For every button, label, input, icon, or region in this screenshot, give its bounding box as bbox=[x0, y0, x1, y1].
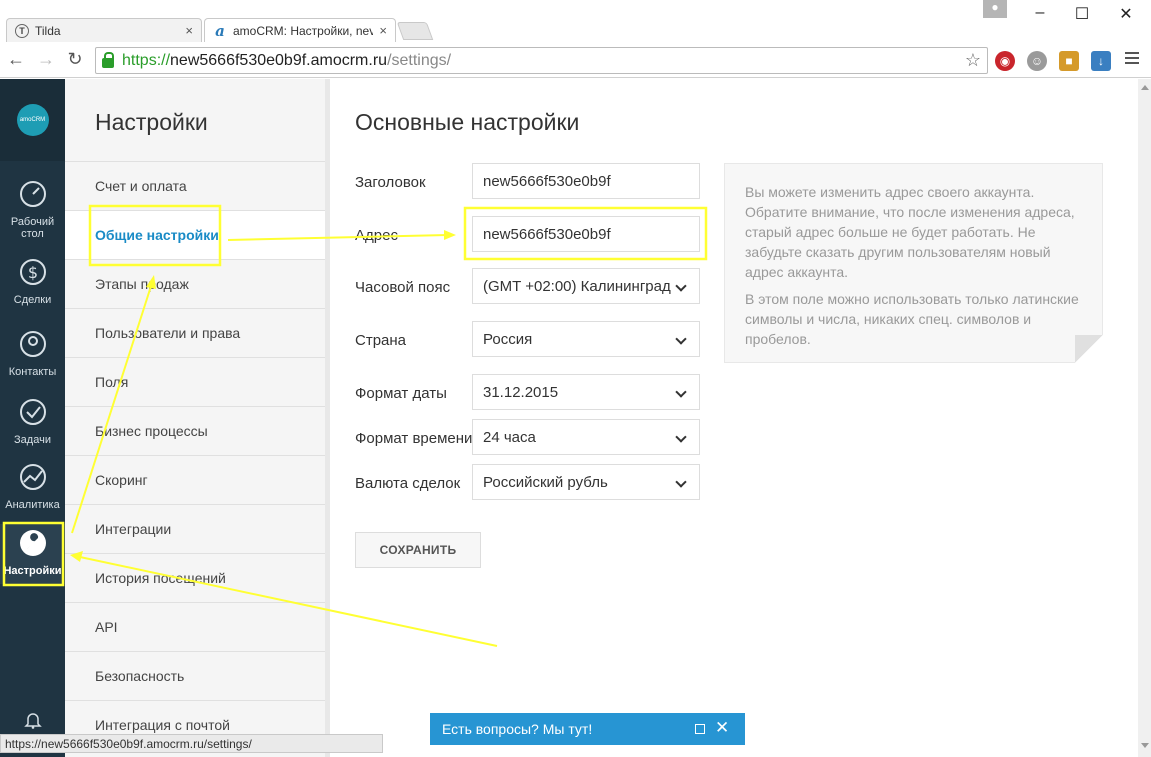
hint-corner-fold bbox=[1075, 335, 1103, 363]
hint-paragraph: Вы можете изменить адрес своего аккаунта… bbox=[745, 184, 1075, 280]
time-format-select[interactable]: 24 часа bbox=[472, 419, 700, 455]
submenu-item-security[interactable]: Безопасность bbox=[65, 651, 325, 700]
submenu-item-business-processes[interactable]: Бизнес процессы bbox=[65, 406, 325, 455]
minimize-icon[interactable]: – bbox=[1025, 4, 1055, 22]
submenu-item-integrations[interactable]: Интеграции bbox=[65, 504, 325, 553]
left-navigation: amoCRM Рабочий стол $ Сделки Контакты За… bbox=[0, 79, 65, 757]
nav-label: Сделки bbox=[13, 294, 52, 306]
save-button[interactable]: СОХРАНИТЬ bbox=[355, 532, 481, 568]
address-bar[interactable]: https:// new5666f530e0b9f.amocrm.ru /set… bbox=[95, 47, 988, 74]
address-label: Адрес bbox=[355, 227, 398, 244]
extension-icon[interactable]: ■ bbox=[1059, 51, 1079, 71]
logo-area: amoCRM bbox=[0, 79, 65, 161]
address-hint: Вы можете изменить адрес своего аккаунта… bbox=[724, 163, 1103, 363]
scroll-up-icon[interactable] bbox=[1141, 85, 1149, 90]
address-input[interactable]: new5666f530e0b9f bbox=[472, 216, 700, 252]
country-select[interactable]: Россия bbox=[472, 321, 700, 357]
chat-widget[interactable]: Есть вопросы? Мы тут! ✕ bbox=[430, 713, 745, 745]
timezone-label: Часовой пояс bbox=[355, 279, 451, 296]
scroll-down-icon[interactable] bbox=[1141, 743, 1149, 748]
nav-label: Контакты bbox=[8, 366, 57, 378]
user-profile-icon[interactable]: ● bbox=[983, 0, 1007, 18]
tab-title: Tilda bbox=[35, 23, 61, 38]
submenu-item-scoring[interactable]: Скоринг bbox=[65, 455, 325, 504]
amocrm-favicon-icon: a bbox=[215, 21, 225, 40]
nav-label: Задачи bbox=[14, 434, 51, 446]
tab-title: amoCRM: Настройки, nev bbox=[233, 23, 374, 38]
submenu-list: Счет и оплата Общие настройки Этапы прод… bbox=[65, 161, 325, 749]
tab-amocrm[interactable]: a amoCRM: Настройки, nev × bbox=[204, 18, 396, 42]
submenu-item-pipeline[interactable]: Этапы продаж bbox=[65, 259, 325, 308]
chat-close-icon[interactable]: ✕ bbox=[715, 718, 729, 738]
reload-icon[interactable]: ↻ bbox=[64, 49, 86, 70]
nav-label: Аналитика bbox=[5, 499, 60, 511]
page-scrollbar[interactable] bbox=[1138, 79, 1151, 757]
tilda-favicon-icon: T bbox=[15, 23, 29, 38]
nav-item-analytics[interactable]: Аналитика bbox=[0, 462, 65, 518]
new-tab-button[interactable] bbox=[396, 22, 434, 40]
title-input[interactable]: new5666f530e0b9f bbox=[472, 163, 700, 199]
timezone-select[interactable]: (GMT +02:00) Калининград bbox=[472, 268, 700, 304]
tab-close-icon[interactable]: × bbox=[185, 23, 193, 38]
tab-close-icon[interactable]: × bbox=[379, 23, 387, 38]
svg-text:$: $ bbox=[27, 263, 37, 282]
back-arrow-icon[interactable]: ← bbox=[5, 49, 27, 70]
dashboard-icon bbox=[19, 181, 46, 207]
browser-status-bar: https://new5666f530e0b9f.amocrm.ru/setti… bbox=[0, 734, 383, 753]
notifications-bell-icon[interactable] bbox=[24, 711, 42, 729]
title-label: Заголовок bbox=[355, 174, 426, 191]
url-scheme: https:// bbox=[122, 51, 171, 69]
nav-item-tasks[interactable]: Задачи bbox=[0, 397, 65, 453]
lock-icon bbox=[102, 51, 114, 68]
currency-label: Валюта сделок bbox=[355, 475, 461, 492]
submenu-title: Настройки bbox=[95, 109, 208, 135]
country-label: Страна bbox=[355, 332, 407, 349]
download-extension-icon[interactable]: ↓ bbox=[1091, 51, 1111, 71]
browser-titlebar: T Tilda × a amoCRM: Настройки, nev × ● –… bbox=[0, 0, 1151, 42]
submenu-item-api[interactable]: API bbox=[65, 602, 325, 651]
submenu-item-billing[interactable]: Счет и оплата bbox=[65, 161, 325, 210]
chat-label: Есть вопросы? Мы тут! bbox=[442, 721, 593, 737]
dollar-icon: $ bbox=[19, 259, 46, 285]
currency-select[interactable]: Российский рубль bbox=[472, 464, 700, 500]
date-format-select[interactable]: 31.12.2015 bbox=[472, 374, 700, 410]
amocrm-app: amoCRM Рабочий стол $ Сделки Контакты За… bbox=[0, 79, 1151, 757]
amocrm-logo[interactable]: amoCRM bbox=[16, 104, 49, 136]
tab-tilda[interactable]: T Tilda × bbox=[6, 18, 202, 42]
submenu-item-visit-history[interactable]: История посещений bbox=[65, 553, 325, 602]
page-title: Основные настройки bbox=[355, 109, 580, 135]
ghostery-extension-icon[interactable]: ☺ bbox=[1027, 51, 1047, 71]
analytics-icon bbox=[19, 464, 46, 490]
main-settings-panel: Основные настройки Заголовок new5666f530… bbox=[330, 79, 1138, 757]
adblock-extension-icon[interactable]: ◉ bbox=[995, 51, 1015, 71]
browser-menu-icon[interactable] bbox=[1125, 52, 1139, 67]
submenu-item-users[interactable]: Пользователи и права bbox=[65, 308, 325, 357]
forward-arrow-icon[interactable]: → bbox=[35, 49, 57, 70]
nav-item-settings[interactable]: Настройки bbox=[0, 524, 65, 584]
nav-label: Настройки bbox=[3, 565, 62, 577]
url-path: /settings/ bbox=[387, 51, 452, 69]
check-icon bbox=[19, 399, 46, 425]
settings-submenu: Настройки Счет и оплата Общие настройки … bbox=[65, 79, 325, 757]
submenu-item-fields[interactable]: Поля bbox=[65, 357, 325, 406]
nav-item-deals[interactable]: $ Сделки bbox=[0, 257, 65, 313]
nav-item-dashboard[interactable]: Рабочий стол bbox=[0, 179, 65, 245]
maximize-icon[interactable]: ☐ bbox=[1067, 4, 1097, 24]
contact-icon bbox=[19, 331, 46, 357]
bookmark-star-icon[interactable]: ☆ bbox=[965, 50, 981, 71]
chat-minimize-icon[interactable] bbox=[695, 724, 705, 734]
hint-paragraph: В этом поле можно использовать только ла… bbox=[745, 291, 1079, 347]
url-host: new5666f530e0b9f.amocrm.ru bbox=[170, 51, 388, 69]
submenu-item-general-settings[interactable]: Общие настройки bbox=[65, 210, 325, 259]
close-window-icon[interactable]: ✕ bbox=[1111, 4, 1141, 24]
nav-label: Рабочий стол bbox=[10, 216, 55, 240]
browser-toolbar: ← → ↻ https:// new5666f530e0b9f.amocrm.r… bbox=[0, 42, 1151, 78]
date-format-label: Формат даты bbox=[355, 385, 447, 402]
nav-item-contacts[interactable]: Контакты bbox=[0, 329, 65, 385]
time-format-label: Формат времени bbox=[355, 430, 473, 447]
wrench-icon bbox=[19, 530, 46, 556]
